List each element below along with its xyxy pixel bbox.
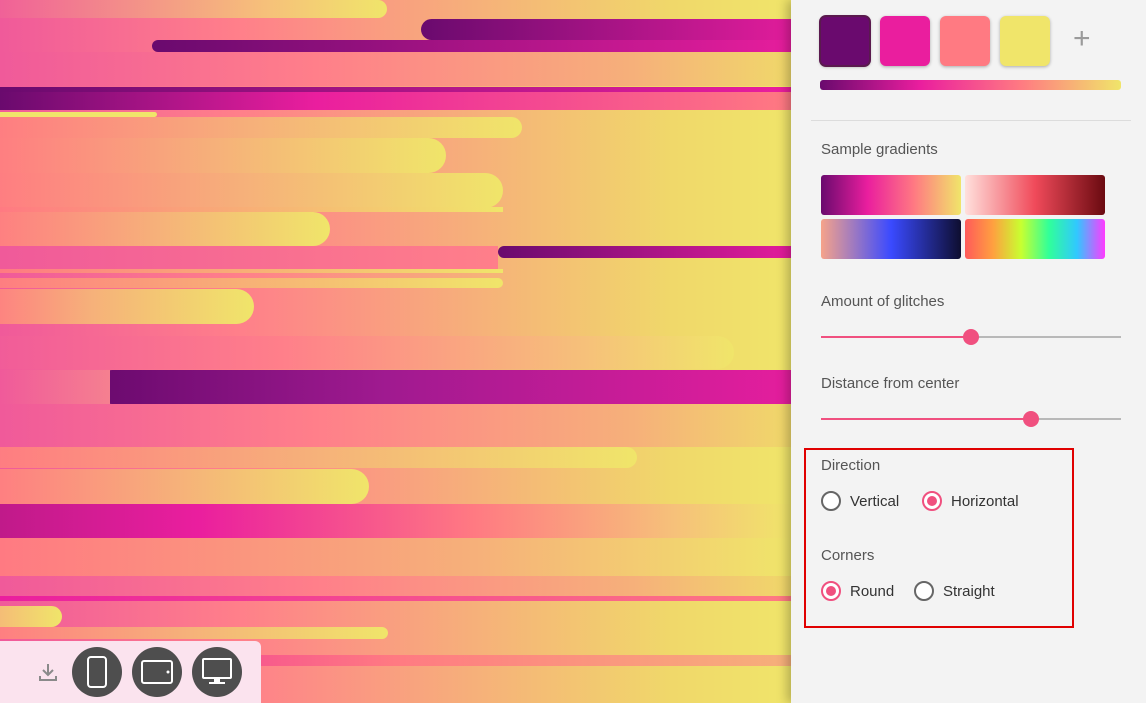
sample-gradient-peach-blue-navy[interactable] [821,219,961,259]
glitch-bar [0,404,791,447]
desktop-preview-button[interactable] [192,647,242,697]
glitch-bar [0,246,498,269]
settings-panel: + Sample gradients Amount of glitches Di… [791,0,1146,703]
glitch-bar [0,289,254,324]
radio-circle[interactable] [922,491,942,511]
divider [811,120,1131,121]
radio-label: Vertical [850,492,900,510]
sample-gradient-rainbow[interactable] [965,219,1105,259]
gradient-preview-bar [820,80,1121,90]
direction-vertical-radio[interactable]: Vertical [821,491,899,511]
glitch-canvas [0,0,791,703]
glitch-bar [0,92,791,110]
glitch-bar [0,269,503,273]
radio-label: Straight [943,582,995,600]
add-color-button[interactable]: + [1073,24,1091,54]
radio-circle[interactable] [821,491,841,511]
phone-icon [87,656,107,688]
glitch-bar [0,117,522,138]
glitch-bar [0,606,62,627]
distance-slider[interactable] [821,411,1121,427]
desktop-icon [202,658,232,684]
sample-gradients-label: Sample gradients [821,141,938,158]
glitch-bar [0,538,791,576]
glitch-bar [0,52,791,86]
glitch-bar [0,504,791,538]
sample-gradient-purple-pink-yellow[interactable] [821,175,961,215]
device-dock [0,641,261,703]
corners-straight-radio[interactable]: Straight [914,581,995,601]
color-swatch-3[interactable] [940,16,990,66]
glitch-bar [0,627,388,639]
direction-horizontal-radio[interactable]: Horizontal [922,491,1019,511]
slider-fill [821,418,1031,420]
glitch-bar [498,246,791,258]
color-swatch-2[interactable] [880,16,930,66]
glitch-bar [0,447,637,468]
color-swatch-1[interactable] [819,15,871,67]
glitches-label: Amount of glitches [821,293,945,310]
glitch-bar [95,370,791,404]
glitches-slider[interactable] [821,329,1121,345]
glitch-bar [0,576,791,596]
glitch-bar [0,336,734,369]
radio-circle[interactable] [914,581,934,601]
highlight-box [804,448,1074,628]
radio-label: Round [850,582,895,600]
glitch-bar [0,212,330,246]
direction-label: Direction [821,457,881,474]
glitch-bar [0,0,387,18]
corners-round-radio[interactable]: Round [821,581,894,601]
glitch-bar [0,138,446,173]
slider-thumb[interactable] [1023,411,1039,427]
tablet-icon [141,660,173,684]
glitch-bar [0,469,369,504]
corners-label: Corners [821,547,875,564]
glitch-bar [0,173,503,208]
glitch-bar [421,19,791,40]
tablet-preview-button[interactable] [132,647,182,697]
slider-fill [821,336,971,338]
radio-circle[interactable] [821,581,841,601]
slider-thumb[interactable] [963,329,979,345]
radio-label: Horizontal [951,492,1019,510]
distance-label: Distance from center [821,375,960,392]
glitch-bar [0,596,791,601]
glitch-bar [152,40,791,52]
sample-gradient-pink-red-maroon[interactable] [965,175,1105,215]
color-swatch-4[interactable] [1000,16,1050,66]
glitch-bar [0,370,110,404]
glitch-bar [0,278,503,288]
download-icon[interactable] [34,658,62,686]
phone-preview-button[interactable] [72,647,122,697]
